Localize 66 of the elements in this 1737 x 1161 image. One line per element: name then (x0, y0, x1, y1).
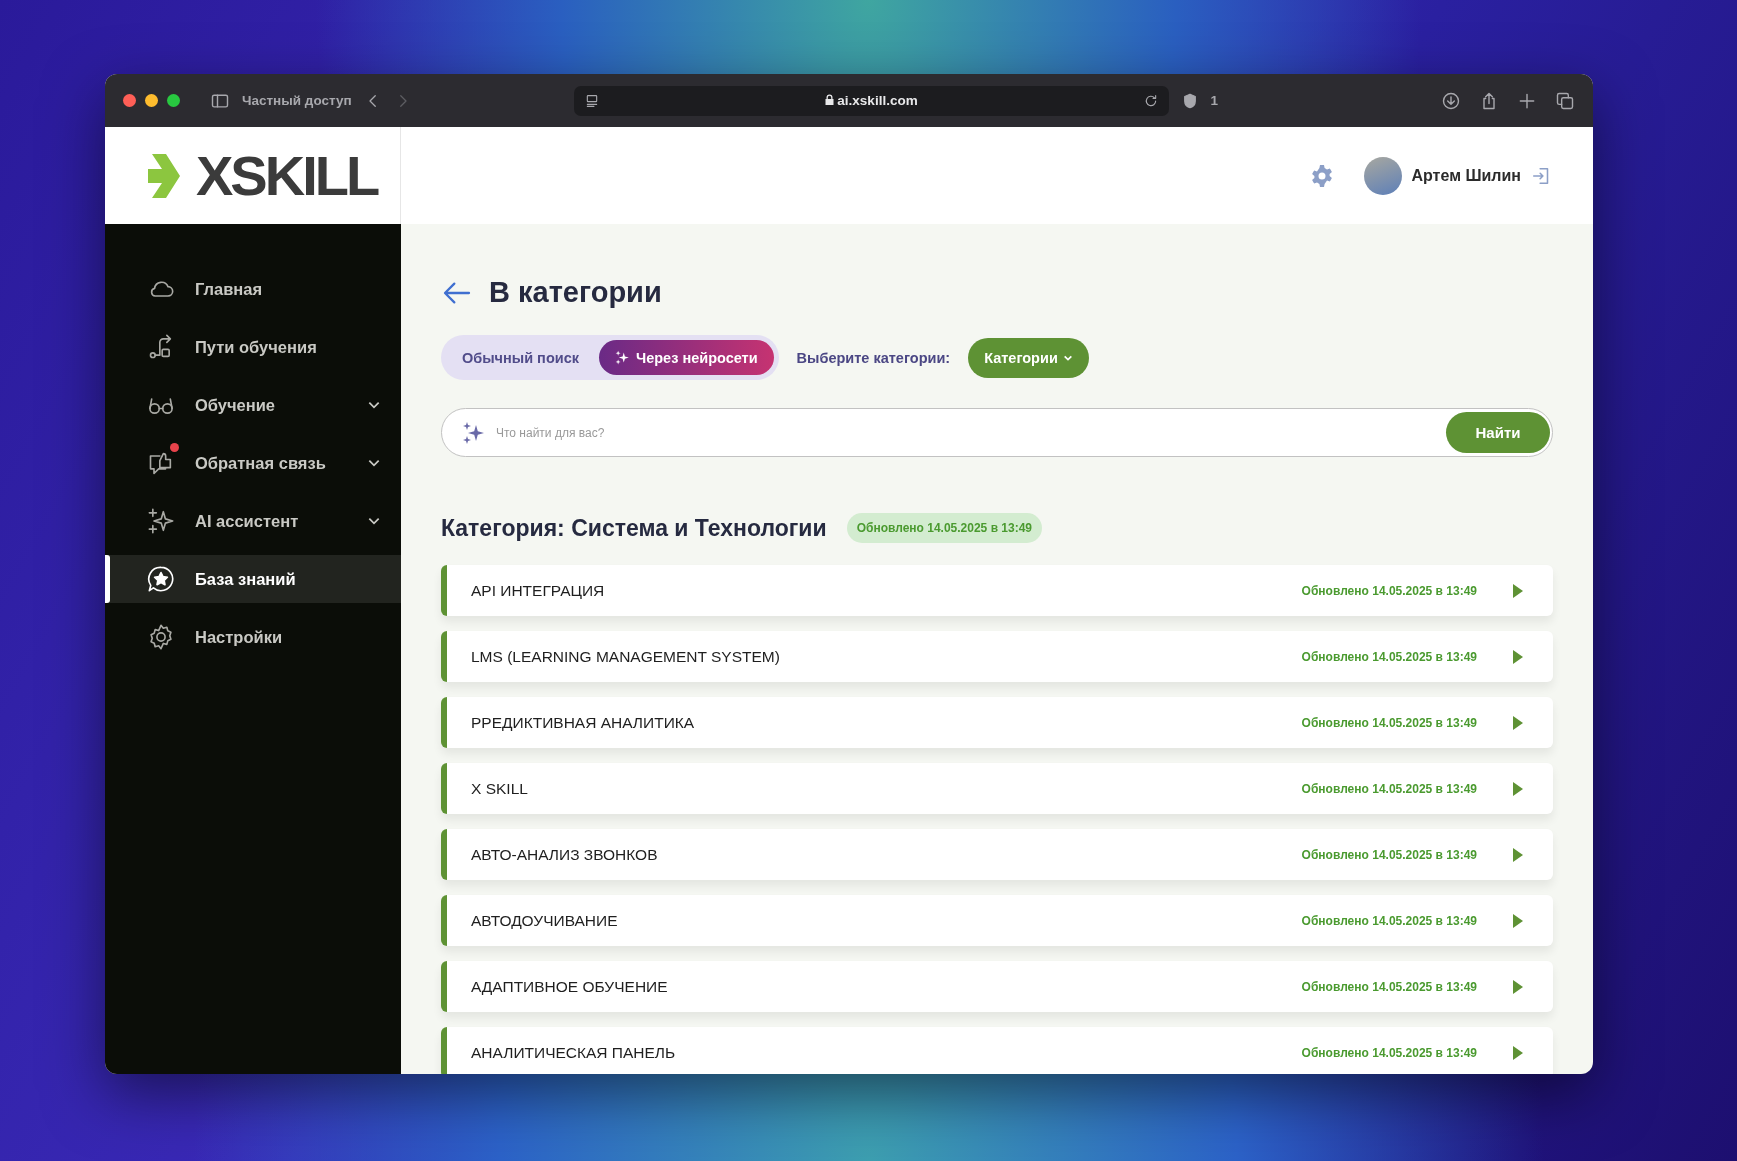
categories-dropdown[interactable]: Категории (968, 337, 1089, 378)
minimize-window-button[interactable] (145, 94, 158, 107)
close-window-button[interactable] (123, 94, 136, 107)
updated-date: Обновлено 14.05.2025 в 13:49 (1301, 781, 1477, 796)
article-title: АВТОДОУЧИВАНИЕ (471, 911, 619, 930)
article-title: API ИНТЕГРАЦИЯ (471, 581, 606, 600)
article-title: АНАЛИТИЧЕСКАЯ ПАНЕЛЬ (471, 1043, 677, 1062)
search-button[interactable]: Найти (1446, 412, 1550, 453)
article-title: АДАПТИВНОЕ ОБУЧЕНИЕ (471, 977, 669, 996)
download-icon[interactable] (1441, 90, 1461, 111)
logo-text: XSKILL (196, 147, 378, 204)
article-row[interactable]: АДАПТИВНОЕ ОБУЧЕНИЕ Обновлено 14.05.2025 в 13:49 (441, 961, 1553, 1012)
play-arrow-icon (1513, 1045, 1523, 1060)
play-arrow-icon (1513, 715, 1523, 730)
star-chat-icon (147, 565, 175, 593)
updated-date: Обновлено 14.05.2025 в 13:49 (1301, 913, 1477, 928)
updated-date: Обновлено 14.05.2025 в 13:49 (1301, 649, 1477, 664)
updated-date: Обновлено 14.05.2025 в 13:49 (1301, 979, 1477, 994)
article-title: X SKILL (471, 779, 529, 798)
article-row[interactable]: X SKILL Обновлено 14.05.2025 в 13:49 (441, 763, 1553, 814)
sparkles-icon (147, 507, 175, 535)
sidebar-item[interactable]: База знаний (105, 555, 401, 603)
updated-date: Обновлено 14.05.2025 в 13:49 (1301, 847, 1477, 862)
updated-badge: Обновлено 14.05.2025 в 13:49 (846, 513, 1043, 543)
play-arrow-icon (1513, 979, 1523, 994)
sidebar-item[interactable]: Главная (105, 265, 401, 313)
search-mode-tab[interactable]: Обычный поиск (446, 340, 595, 375)
sidebar-item[interactable]: AI ассистент (105, 497, 401, 545)
tabs-overview-icon[interactable] (1555, 90, 1575, 111)
article-title: АВТО-АНАЛИЗ ЗВОНКОВ (471, 845, 659, 864)
article-row[interactable]: АНАЛИТИЧЕСКАЯ ПАНЕЛЬ Обновлено 14.05.2025 в 13:49 (441, 1027, 1553, 1074)
updated-date: Обновлено 14.05.2025 в 13:49 (1301, 715, 1477, 730)
section-title: Категория: Система и Технологии (441, 514, 827, 542)
address-bar[interactable]: ai.xskill.com (573, 85, 1169, 116)
url-text: ai.xskill.com (837, 93, 918, 108)
zoom-window-button[interactable] (167, 94, 180, 107)
article-row[interactable]: АВТОДОУЧИВАНИЕ Обновлено 14.05.2025 в 13:49 (441, 895, 1553, 946)
lock-icon (824, 94, 834, 105)
sidebar-item[interactable]: Обучение (105, 381, 401, 429)
play-arrow-icon (1513, 781, 1523, 796)
page-title: В категории (489, 276, 662, 309)
sidebar-item[interactable]: Обратная связь (105, 439, 401, 487)
search-field[interactable]: Что найти для вас? Найти (441, 408, 1553, 457)
article-row[interactable]: РРЕДИКТИВНАЯ АНАЛИТИКА Обновлено 14.05.2025 в 13:49 (441, 697, 1553, 748)
updated-date: Обновлено 14.05.2025 в 13:49 (1301, 1045, 1477, 1060)
private-browsing-label: Частный доступ (242, 93, 352, 108)
settings-icon (147, 623, 175, 651)
play-arrow-icon (1513, 913, 1523, 928)
category-prompt: Выберите категории: (796, 349, 951, 366)
article-row[interactable]: АВТО-АНАЛИЗ ЗВОНКОВ Обновлено 14.05.2025 в 13:49 (441, 829, 1553, 880)
play-arrow-icon (1513, 649, 1523, 664)
user-name: Артем Шилин (1411, 166, 1521, 185)
user-avatar[interactable] (1363, 156, 1402, 195)
search-mode-tab[interactable]: Через нейросети (599, 340, 774, 375)
sidebar-item[interactable]: Настройки (105, 613, 401, 661)
play-arrow-icon (1513, 583, 1523, 598)
article-row[interactable]: LMS (LEARNING MANAGEMENT SYSTEM) Обновлено 14.05.2025 в 13:49 (441, 631, 1553, 682)
article-title: РРЕДИКТИВНАЯ АНАЛИТИКА (471, 713, 696, 732)
article-row[interactable]: API ИНТЕГРАЦИЯ Обновлено 14.05.2025 в 13:49 (441, 565, 1553, 616)
updated-date: Обновлено 14.05.2025 в 13:49 (1301, 583, 1477, 598)
settings-icon[interactable] (1309, 163, 1334, 188)
sparkles-icon (615, 350, 630, 365)
shield-count: 1 (1210, 93, 1219, 108)
sidebar-item[interactable]: Пути обучения (105, 323, 401, 371)
article-title: LMS (LEARNING MANAGEMENT SYSTEM) (471, 647, 781, 666)
play-arrow-icon (1513, 847, 1523, 862)
